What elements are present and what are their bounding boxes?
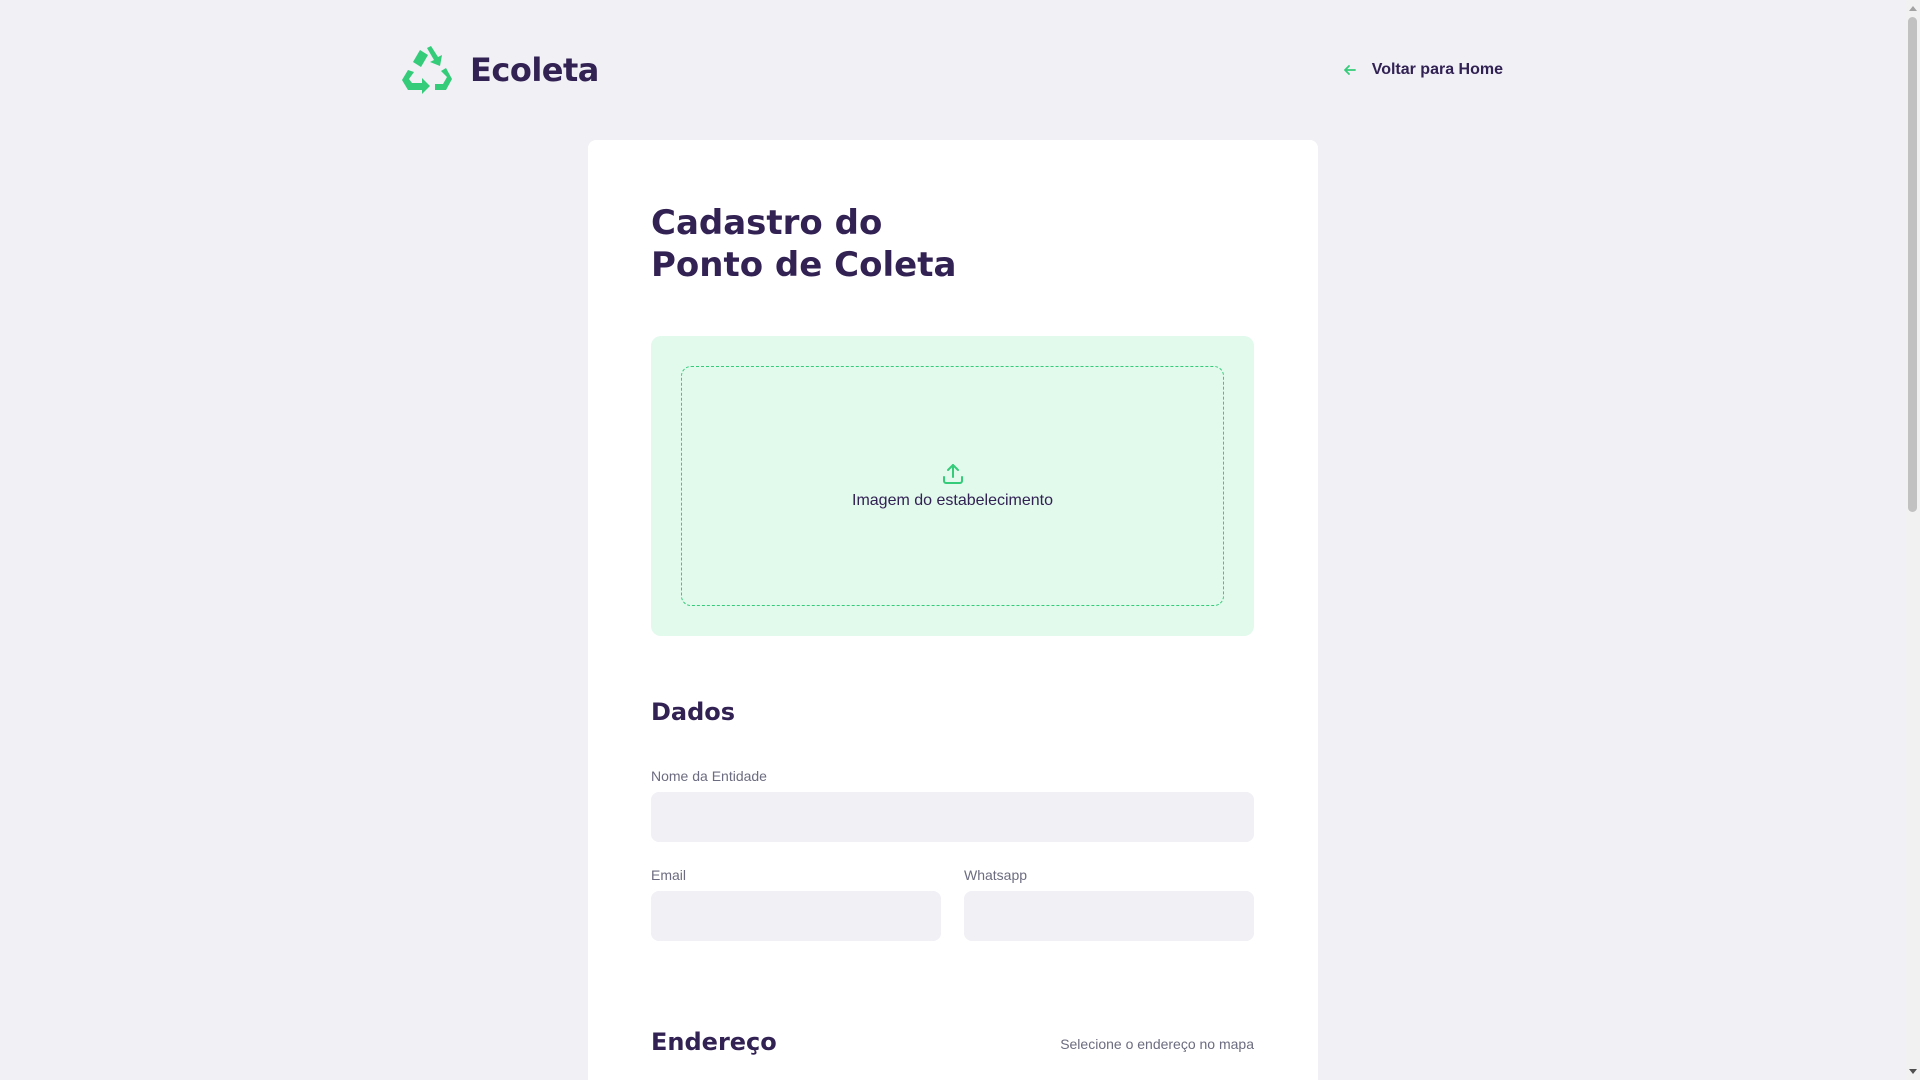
- email-label: Email: [651, 867, 687, 883]
- image-dropzone-container: Imagem do estabelecimento: [651, 336, 1254, 636]
- page: Ecoleta Voltar para Home Cadastro do Pon…: [0, 0, 1905, 1080]
- scroll-up-icon[interactable]: [1908, 3, 1917, 13]
- address-hint: Selecione o endereço no mapa: [1060, 1036, 1254, 1052]
- image-dropzone[interactable]: Imagem do estabelecimento: [681, 366, 1224, 606]
- section-title-endereco: Endereço: [651, 1028, 777, 1056]
- section-title-dados: Dados: [651, 698, 736, 726]
- recycle-icon: [402, 46, 452, 94]
- title-line-2: Ponto de Coleta: [651, 245, 957, 285]
- nome-input[interactable]: [651, 792, 1254, 842]
- whatsapp-label: Whatsapp: [964, 867, 1028, 883]
- scrollbar-thumb[interactable]: [1908, 17, 1917, 512]
- email-input[interactable]: [651, 891, 941, 941]
- dropzone-text: Imagem do estabelecimento: [852, 492, 1053, 509]
- page-header: Ecoleta Voltar para Home: [402, 46, 1503, 94]
- nome-label: Nome da Entidade: [651, 768, 767, 784]
- upload-icon: [942, 464, 963, 484]
- arrow-left-icon: [1343, 65, 1356, 75]
- vertical-scrollbar[interactable]: [1905, 0, 1920, 1080]
- scroll-down-icon[interactable]: [1908, 1067, 1917, 1077]
- whatsapp-input[interactable]: [964, 891, 1254, 941]
- logo[interactable]: Ecoleta: [402, 46, 599, 94]
- logo-text: Ecoleta: [470, 51, 599, 89]
- back-link-label: Voltar para Home: [1371, 61, 1503, 78]
- title-line-1: Cadastro do: [651, 203, 883, 243]
- back-to-home-link[interactable]: Voltar para Home: [1342, 61, 1503, 79]
- registration-form: Cadastro do Ponto de Coleta Imagem do es…: [588, 140, 1318, 1080]
- page-title: Cadastro do Ponto de Coleta: [651, 202, 956, 286]
